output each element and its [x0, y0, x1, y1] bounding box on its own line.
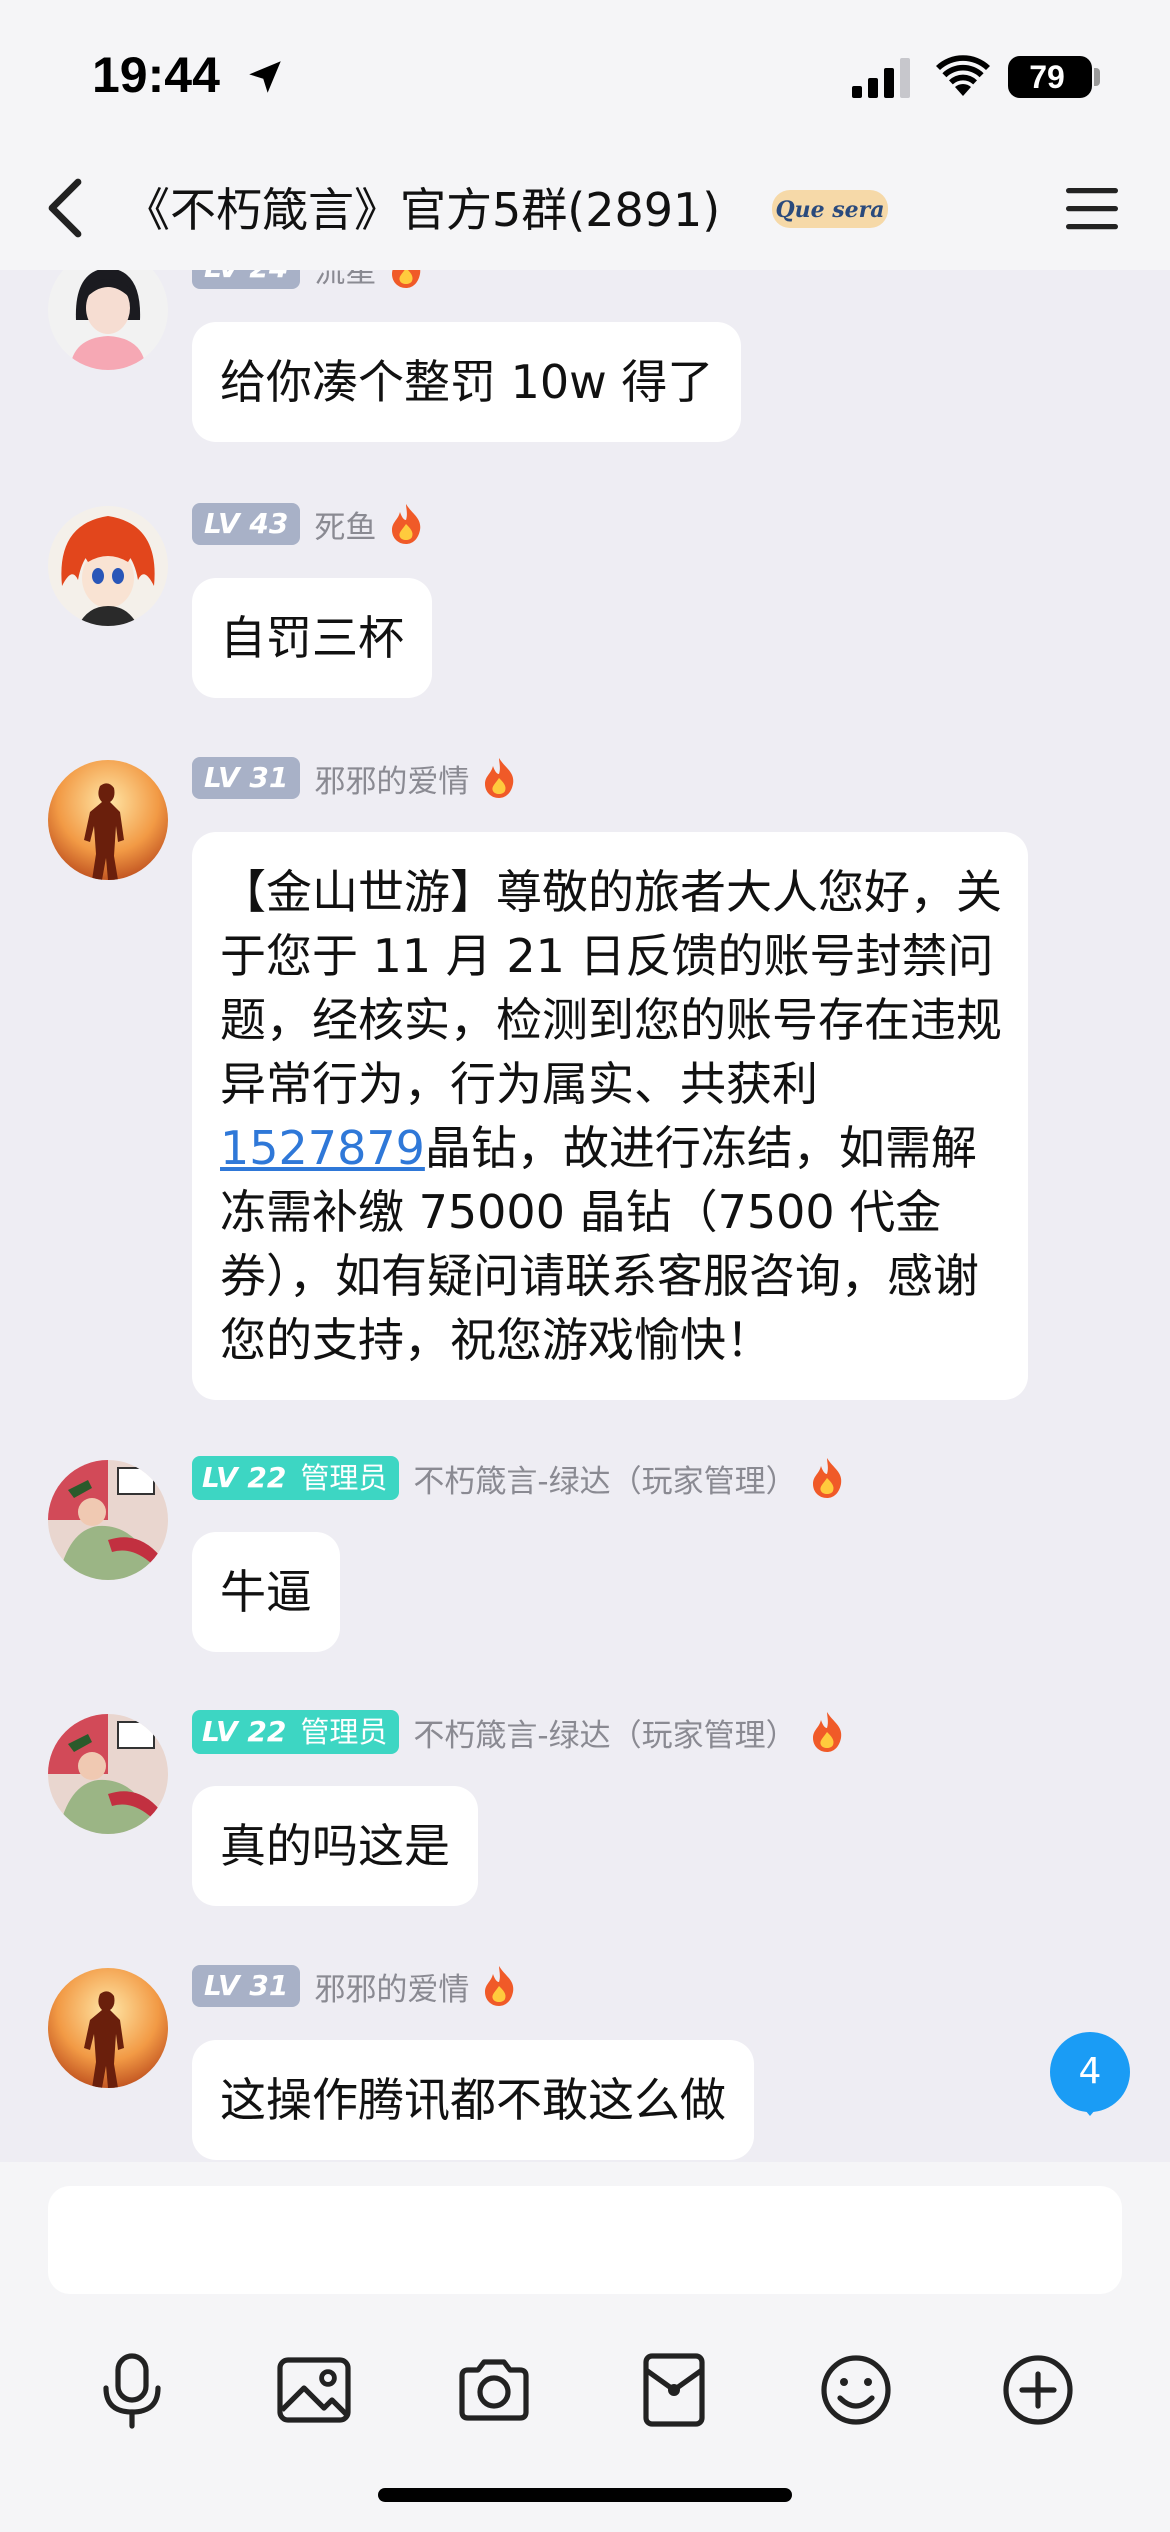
- fire-icon: [485, 1966, 514, 2006]
- level-badge: LV 31: [192, 1965, 301, 2007]
- avatar[interactable]: [48, 270, 168, 370]
- role-badge: 管理员: [300, 1715, 388, 1749]
- battery-level: 79: [1029, 59, 1065, 95]
- fire-icon: [485, 758, 514, 798]
- camera-icon[interactable]: [454, 2350, 534, 2430]
- message-input[interactable]: [48, 2186, 1122, 2294]
- group-badge[interactable]: Que sera: [768, 180, 892, 236]
- message-bubble[interactable]: 自罚三杯: [192, 578, 432, 698]
- avatar[interactable]: [48, 1714, 168, 1834]
- admin-level-badge: LV 22 管理员: [192, 1710, 400, 1754]
- nickname[interactable]: 流星: [314, 270, 376, 291]
- emoji-icon[interactable]: [816, 2350, 896, 2430]
- group-badge-text: Que sera: [775, 197, 884, 223]
- avatar[interactable]: [48, 1968, 168, 2088]
- message-meta: LV 24 流星: [192, 270, 426, 290]
- hamburger-menu-icon[interactable]: [1066, 186, 1118, 232]
- fire-icon: [812, 1712, 841, 1752]
- chevron-left-icon[interactable]: [40, 176, 90, 240]
- wifi-icon: [936, 55, 990, 96]
- avatar[interactable]: [48, 760, 168, 880]
- location-arrow-icon: [249, 61, 281, 93]
- unread-badge-tail: [1080, 2104, 1100, 2116]
- message-meta: LV 31 邪邪的爱情: [192, 756, 519, 800]
- home-indicator[interactable]: [378, 2488, 792, 2502]
- number-link[interactable]: 1527879: [220, 1121, 425, 1175]
- fire-icon: [392, 504, 421, 544]
- image-icon[interactable]: [274, 2350, 354, 2430]
- battery-indicator: 79: [1008, 56, 1092, 98]
- fire-icon: [812, 1458, 841, 1498]
- group-title[interactable]: 《不朽箴言》官方5群(2891): [124, 178, 720, 242]
- level-badge: LV 24: [192, 270, 301, 289]
- message-bubble[interactable]: 给你凑个整罚 10w 得了: [192, 322, 742, 442]
- microphone-icon[interactable]: [92, 2350, 172, 2430]
- level-badge: LV 43: [192, 503, 301, 545]
- nickname[interactable]: 不朽箴言-绿达（玩家管理）: [413, 1456, 796, 1501]
- level-badge: LV 22: [202, 1715, 287, 1748]
- role-badge: 管理员: [300, 1461, 388, 1495]
- nickname[interactable]: 邪邪的爱情: [314, 1964, 469, 2009]
- nickname[interactable]: 死鱼: [314, 502, 376, 547]
- avatar[interactable]: [48, 1460, 168, 1580]
- nickname[interactable]: 邪邪的爱情: [314, 756, 469, 801]
- status-bar: 19:44 79: [0, 0, 1170, 150]
- message-meta: LV 22 管理员 不朽箴言-绿达（玩家管理）: [192, 1456, 847, 1500]
- level-badge: LV 31: [192, 757, 301, 799]
- cellular-signal-icon: [852, 58, 910, 98]
- nickname[interactable]: 不朽箴言-绿达（玩家管理）: [413, 1710, 796, 1755]
- plus-icon[interactable]: [998, 2350, 1078, 2430]
- message-meta: LV 31 邪邪的爱情: [192, 1964, 519, 2008]
- chat-header: 《不朽箴言》官方5群(2891) Que sera: [0, 150, 1170, 270]
- message-bubble[interactable]: 【金山世游】尊敬的旅者大人您好，关于您于 11 月 21 日反馈的账号封禁问题，…: [192, 832, 1028, 1400]
- level-badge: LV 22: [202, 1461, 287, 1494]
- unread-count-badge[interactable]: 4: [1050, 2032, 1130, 2112]
- message-text: 【金山世游】尊敬的旅者大人您好，关于您于 11 月 21 日反馈的账号封禁问题，…: [220, 865, 1002, 1111]
- fire-icon: [392, 270, 421, 288]
- composer-bar: [0, 2162, 1170, 2532]
- status-time: 19:44: [92, 47, 220, 103]
- message-bubble[interactable]: 牛逼: [192, 1532, 340, 1652]
- message-bubble[interactable]: 真的吗这是: [192, 1786, 478, 1906]
- red-packet-icon[interactable]: [634, 2350, 714, 2430]
- message-meta: LV 22 管理员 不朽箴言-绿达（玩家管理）: [192, 1710, 847, 1754]
- chat-message-list[interactable]: LV 24 流星 给你凑个整罚 10w 得了 LV 43 死鱼: [0, 270, 1170, 2162]
- admin-level-badge: LV 22 管理员: [192, 1456, 400, 1500]
- message-bubble[interactable]: 这操作腾讯都不敢这么做: [192, 2040, 754, 2160]
- avatar[interactable]: [48, 506, 168, 626]
- message-meta: LV 43 死鱼: [192, 502, 426, 546]
- battery-tip: [1094, 68, 1100, 86]
